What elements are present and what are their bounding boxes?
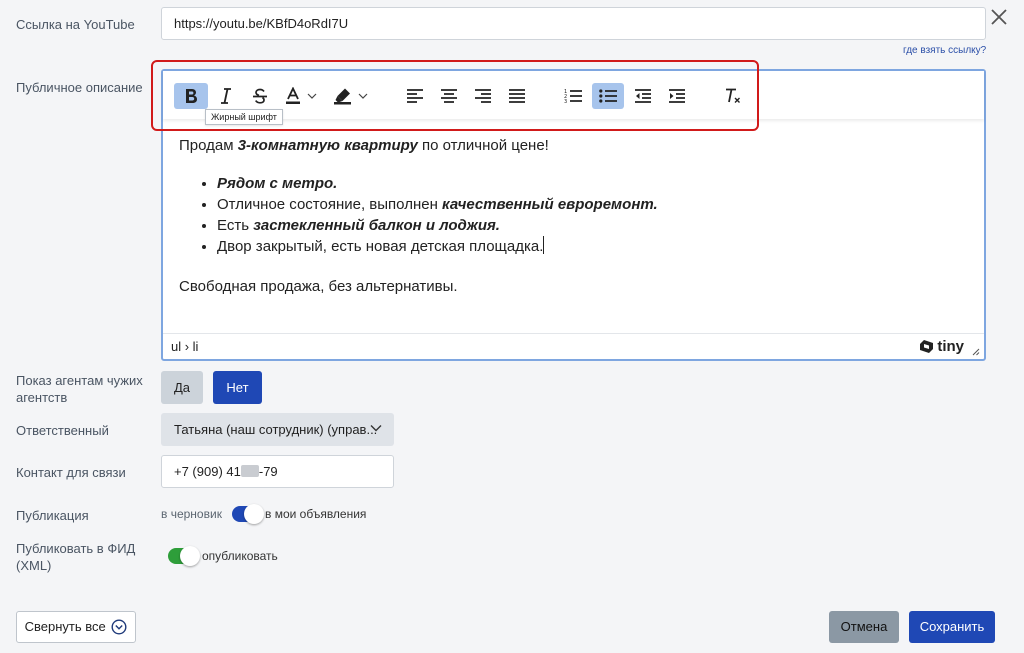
- collapse-all-label: Свернуть все: [24, 619, 106, 634]
- text-run: Есть: [217, 217, 254, 234]
- cancel-button[interactable]: Отмена: [829, 611, 899, 643]
- chevron-down-icon: [307, 93, 317, 99]
- italic-button[interactable]: [210, 83, 242, 109]
- highlight-color-button[interactable]: [329, 83, 375, 109]
- feed-label: Публиковать в ФИД (XML): [16, 541, 136, 573]
- text-run: Отличное состояние, выполнен: [217, 196, 443, 213]
- list-item: Рядом с метро.: [217, 173, 964, 194]
- contact-input[interactable]: +7 (909) 41 -79: [161, 455, 394, 488]
- description-label: Публичное описание: [16, 80, 143, 95]
- bold-icon: [186, 89, 197, 103]
- align-right-icon: [475, 89, 491, 103]
- toggle-knob: [244, 504, 264, 524]
- editor-statusbar: ul › li tiny: [163, 333, 984, 359]
- highlighter-icon: [334, 88, 351, 105]
- toggle-knob: [180, 546, 200, 566]
- youtube-help-link[interactable]: где взять ссылку?: [903, 45, 986, 56]
- youtube-link-input[interactable]: https://youtu.be/KBfD4oRdI7U: [161, 7, 986, 40]
- text-run: Двор закрытый, есть новая детская площад…: [217, 238, 544, 255]
- bold-button[interactable]: [174, 83, 208, 109]
- align-center-button[interactable]: [434, 83, 464, 109]
- chevron-down-icon: [370, 425, 382, 432]
- youtube-label: Ссылка на YouTube: [16, 17, 135, 32]
- tiny-logo[interactable]: tiny: [919, 338, 964, 355]
- text-run: по отличной цене!: [417, 137, 549, 154]
- collapse-all-button[interactable]: Свернуть все: [16, 611, 136, 643]
- bold-italic-run: застекленный балкон и лоджия.: [253, 217, 500, 234]
- text-cursor: [543, 236, 545, 254]
- editor-toolbar: 123 Жирный шрифт: [163, 71, 984, 125]
- align-justify-button[interactable]: [502, 83, 532, 109]
- content-paragraph: Свободная продажа, без альтернативы.: [179, 278, 458, 295]
- save-button[interactable]: Сохранить: [909, 611, 995, 643]
- feed-toggle[interactable]: [168, 546, 200, 566]
- publication-toggle[interactable]: [232, 504, 264, 524]
- rich-text-editor[interactable]: 123 Жирный шрифт Продам 3-комнатную квар…: [161, 69, 986, 361]
- responsible-value: Татьяна (наш сотрудник) (управ...: [174, 422, 378, 437]
- editor-content[interactable]: Продам 3-комнатную квартиру по отличной …: [179, 135, 964, 297]
- bullet-list-icon: [599, 89, 617, 103]
- clear-formatting-button[interactable]: [718, 83, 748, 109]
- numbered-list-icon: 123: [564, 89, 582, 104]
- bold-italic-run: качественный евроремонт.: [442, 196, 658, 213]
- agents-no-button[interactable]: Нет: [213, 371, 262, 404]
- align-left-icon: [407, 89, 423, 103]
- responsible-label: Ответственный: [16, 423, 109, 438]
- redacted-digits: [240, 465, 259, 477]
- feed-text: опубликовать: [202, 549, 278, 563]
- close-icon[interactable]: [988, 6, 1010, 28]
- publication-label: Публикация: [16, 508, 89, 523]
- tiny-icon: [920, 340, 934, 353]
- numbered-list-button[interactable]: 123: [558, 83, 588, 109]
- agents-label: Показ агентам чужих агентств: [16, 373, 143, 405]
- responsible-select[interactable]: Татьяна (наш сотрудник) (управ...: [161, 413, 394, 446]
- contact-label: Контакт для связи: [16, 465, 126, 480]
- resize-handle-icon[interactable]: [971, 347, 980, 356]
- outdent-button[interactable]: [628, 83, 658, 109]
- indent-button[interactable]: [662, 83, 692, 109]
- indent-icon: [669, 89, 685, 103]
- align-right-button[interactable]: [468, 83, 498, 109]
- element-path[interactable]: ul › li: [171, 339, 198, 354]
- publication-draft-text: в черновик: [161, 507, 222, 521]
- strikethrough-button[interactable]: [244, 83, 276, 109]
- list-item: Есть застекленный балкон и лоджия.: [217, 215, 964, 236]
- agents-yes-button[interactable]: Да: [161, 371, 203, 404]
- list-item: Отличное состояние, выполнен качественны…: [217, 194, 964, 215]
- bullet-list: Рядом с метро. Отличное состояние, выпол…: [179, 173, 964, 257]
- toolbar-tooltip: Жирный шрифт: [205, 109, 283, 125]
- svg-text:3: 3: [564, 99, 567, 104]
- contact-value-end: -79: [258, 464, 278, 479]
- text-color-icon: [286, 87, 300, 104]
- tiny-brand: tiny: [937, 338, 964, 355]
- text-run: Продам: [179, 137, 238, 154]
- chevron-down-icon: [358, 93, 368, 99]
- text-color-button[interactable]: [280, 83, 326, 109]
- align-justify-icon: [509, 89, 525, 103]
- align-left-button[interactable]: [400, 83, 430, 109]
- strikethrough-icon: [253, 88, 267, 104]
- list-item: Двор закрытый, есть новая детская площад…: [217, 236, 964, 257]
- outdent-icon: [635, 89, 651, 103]
- chevron-circle-down-icon: [111, 619, 127, 635]
- clear-formatting-icon: [726, 88, 740, 103]
- bold-italic-run: Рядом с метро.: [217, 175, 338, 192]
- content-paragraph: Продам 3-комнатную квартиру по отличной …: [179, 135, 964, 156]
- publication-mine-text: в мои объявления: [265, 507, 367, 521]
- italic-icon: [221, 88, 231, 104]
- align-center-icon: [441, 89, 457, 103]
- bold-italic-run: 3-комнатную квартиру: [237, 137, 418, 154]
- bullet-list-button[interactable]: [592, 83, 624, 109]
- contact-value-start: +7 (909) 41: [174, 464, 241, 479]
